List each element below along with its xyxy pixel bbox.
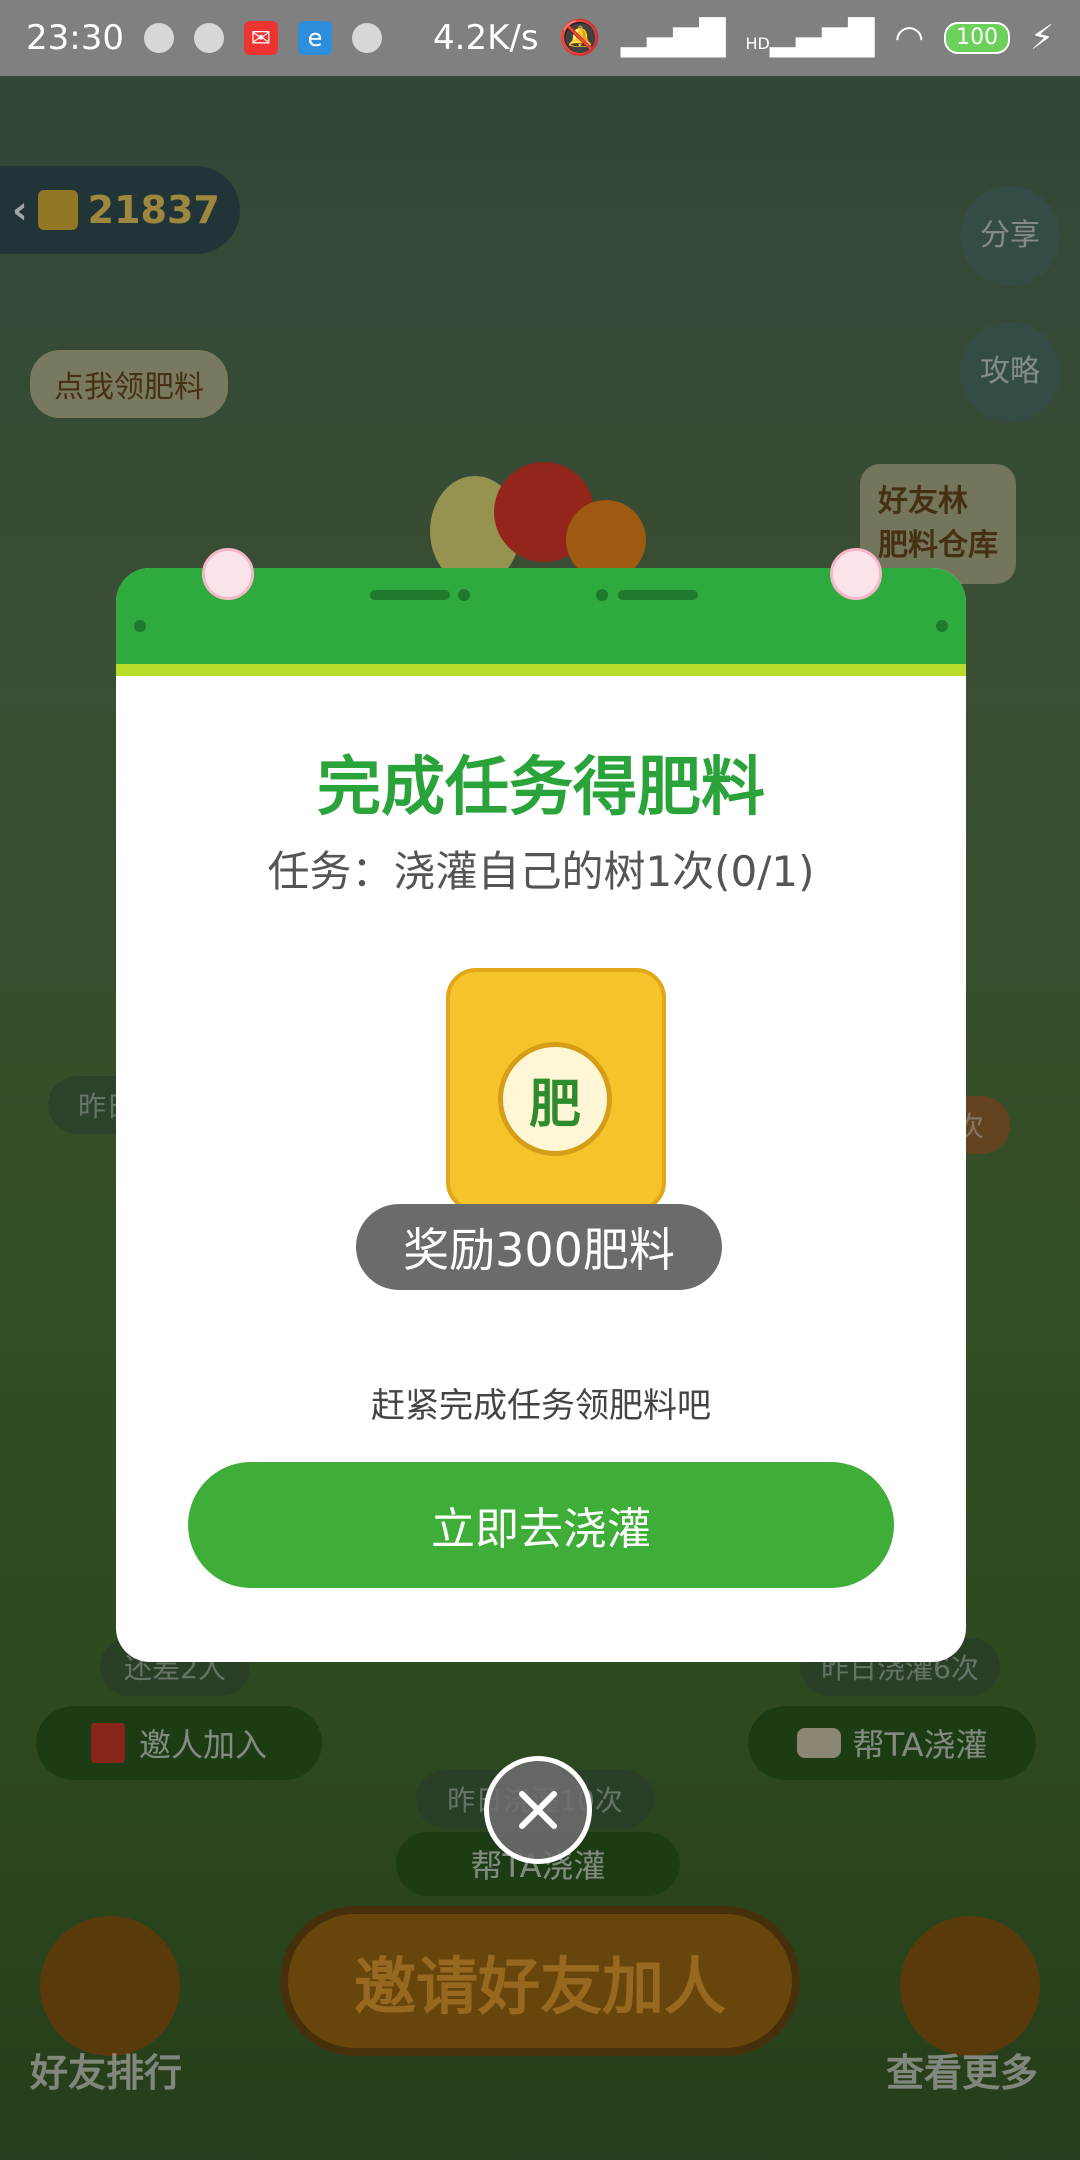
battery-icon: 100 xyxy=(944,22,1011,54)
browser-icon: e xyxy=(297,21,332,55)
decoration-dot xyxy=(936,620,948,632)
notification-icon xyxy=(193,23,224,53)
mail-icon: ✉ xyxy=(243,21,278,55)
close-button[interactable] xyxy=(484,1756,592,1864)
wifi-icon: ◠ xyxy=(894,18,925,58)
hint-text: 赶紧完成任务领肥料吧 xyxy=(371,1386,711,1426)
signal-icon: ▂▄▆█ xyxy=(620,18,726,58)
fertilizer-bag-label: 肥 xyxy=(498,1042,612,1156)
flower-icon xyxy=(202,548,254,600)
task-description: 任务：浇灌自己的树1次(0/1) xyxy=(267,847,815,896)
decoration-dot xyxy=(596,589,608,601)
mute-bell-icon: 🔕 xyxy=(558,18,601,58)
decoration-dot xyxy=(458,589,470,601)
fertilizer-bag-icon: 肥 xyxy=(446,968,666,1212)
status-bar: 23:30 ✉ e 4.2K/s 🔕 ▂▄▆█ HD▂▄▆█ ◠ 100 ⚡ xyxy=(0,0,1080,76)
decoration-dot xyxy=(134,620,146,632)
network-speed: 4.2K/s xyxy=(433,18,539,58)
modal-title: 完成任务得肥料 xyxy=(317,751,765,825)
close-icon xyxy=(519,1791,557,1829)
task-modal: 完成任务得肥料 任务：浇灌自己的树1次(0/1) 肥 奖励300肥料 赶紧完成任… xyxy=(116,548,966,1662)
notification-icon xyxy=(351,23,382,53)
modal-header xyxy=(116,548,966,676)
status-time: 23:30 xyxy=(26,18,124,58)
flower-icon xyxy=(830,548,882,600)
water-now-button[interactable]: 立即去浇灌 xyxy=(188,1462,894,1588)
charging-icon: ⚡ xyxy=(1030,18,1054,58)
decoration-line xyxy=(618,590,698,600)
reward-badge: 奖励300肥料 xyxy=(356,1204,722,1290)
wechat-icon xyxy=(143,23,174,53)
decoration-line xyxy=(370,590,450,600)
hd-signal-icon: HD▂▄▆█ xyxy=(745,18,875,58)
